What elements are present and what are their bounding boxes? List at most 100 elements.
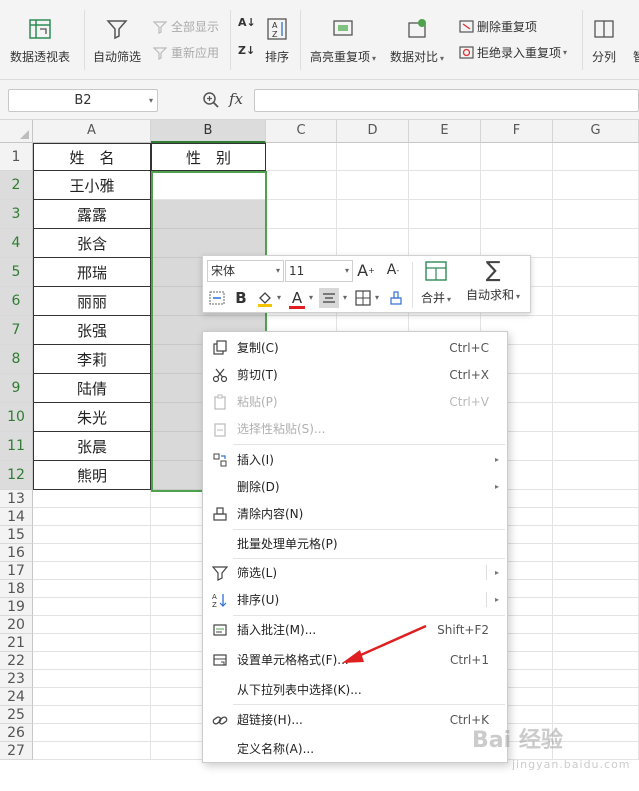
remove-duplicates-button[interactable]: 删除重复项 [458,18,537,35]
menu-item-filter[interactable]: 筛选(L) ▸ [203,559,507,586]
wrap-text-button[interactable] [207,288,227,308]
row-header-13[interactable]: 13 [0,490,33,508]
cell-a10[interactable]: 朱光 [33,403,151,432]
bold-button[interactable]: B [231,288,251,308]
cell-g19[interactable] [553,598,639,616]
row-header-4[interactable]: 4 [0,229,33,258]
cell-b4[interactable] [151,229,266,258]
cell-g10[interactable] [553,403,639,432]
chevron-down-icon[interactable]: ▾ [345,261,349,281]
cell-a9[interactable]: 陆倩 [33,374,151,403]
row-header-5[interactable]: 5 [0,258,33,287]
cell-a23[interactable] [33,670,151,688]
cell-g11[interactable] [553,432,639,461]
cell-g9[interactable] [553,374,639,403]
cell-a17[interactable] [33,562,151,580]
cell-d3[interactable] [337,200,409,229]
cell-a2[interactable]: 王小雅 [33,171,151,200]
highlight-duplicates-button[interactable]: 高亮重复项 ▾ [310,16,376,65]
chevron-down-icon[interactable]: ▾ [276,261,280,281]
merge-button[interactable]: 合并 ▾ [421,260,451,306]
cell-b2[interactable] [151,171,266,200]
row-header-6[interactable]: 6 [0,287,33,316]
cell-c1[interactable] [266,143,337,171]
show-all-button[interactable]: 全部显示 [152,18,219,35]
cell-a11[interactable]: 张晨 [33,432,151,461]
reapply-button[interactable]: 重新应用 [152,44,219,61]
name-box[interactable]: B2 ▾ [8,89,158,112]
row-header-17[interactable]: 17 [0,562,33,580]
cell-d1[interactable] [337,143,409,171]
cell-g12[interactable] [553,461,639,490]
cell-g16[interactable] [553,544,639,562]
sort-descending-icon[interactable]: Z↓ [238,44,255,57]
row-header-3[interactable]: 3 [0,200,33,229]
cell-f2[interactable] [481,171,553,200]
chevron-down-icon[interactable]: ▾ [149,90,153,111]
data-compare-button[interactable]: 数据对比 ▾ [390,16,444,65]
row-header-25[interactable]: 25 [0,706,33,724]
cell-a18[interactable] [33,580,151,598]
cell-a6[interactable]: 丽丽 [33,287,151,316]
cell-e2[interactable] [409,171,481,200]
cell-g20[interactable] [553,616,639,634]
row-header-27[interactable]: 27 [0,742,33,760]
cell-a25[interactable] [33,706,151,724]
cell-a20[interactable] [33,616,151,634]
cell-g14[interactable] [553,508,639,526]
menu-item-hyperlink[interactable]: 超链接(H)... Ctrl+K [203,706,507,733]
grow-font-button[interactable]: A + [356,260,376,280]
cell-g13[interactable] [553,490,639,508]
cell-a12[interactable]: 熊明 [33,461,151,490]
row-header-8[interactable]: 8 [0,345,33,374]
row-header-9[interactable]: 9 [0,374,33,403]
cell-c4[interactable] [266,229,337,258]
font-color-button[interactable]: A [287,288,307,309]
cell-e4[interactable] [409,229,481,258]
cell-c2[interactable] [266,171,337,200]
row-header-18[interactable]: 18 [0,580,33,598]
cell-b3[interactable] [151,200,266,229]
cell-b1[interactable]: 性 别 [151,143,266,171]
cell-g2[interactable] [553,171,639,200]
cell-f1[interactable] [481,143,553,171]
menu-item-pick-list[interactable]: 从下拉列表中选择(K)... [203,676,507,703]
cell-g4[interactable] [553,229,639,258]
cell-a3[interactable]: 露露 [33,200,151,229]
cell-g17[interactable] [553,562,639,580]
cell-g21[interactable] [553,634,639,652]
cell-e3[interactable] [409,200,481,229]
menu-item-batch[interactable]: 批量处理单元格(P) [203,530,507,557]
autosum-button[interactable]: ∑ 自动求和 ▾ [466,260,520,303]
row-header-11[interactable]: 11 [0,432,33,461]
borders-button[interactable] [353,288,373,308]
column-header-g[interactable]: G [553,120,639,143]
format-painter-button[interactable] [386,288,406,308]
cell-g5[interactable] [553,258,639,287]
row-header-26[interactable]: 26 [0,724,33,742]
menu-item-insert[interactable]: 插入(I) ▸ [203,446,507,473]
row-header-23[interactable]: 23 [0,670,33,688]
menu-item-copy[interactable]: 复制(C) Ctrl+C [203,334,507,361]
cell-g7[interactable] [553,316,639,345]
cell-f4[interactable] [481,229,553,258]
cell-a19[interactable] [33,598,151,616]
row-header-16[interactable]: 16 [0,544,33,562]
menu-item-cut[interactable]: 剪切(T) Ctrl+X [203,361,507,388]
sort-ascending-icon[interactable]: A↓ [238,16,256,29]
menu-item-sort[interactable]: AZ 排序(U) ▸ [203,586,507,613]
menu-item-paste[interactable]: 粘贴(P) Ctrl+V [203,388,507,415]
reject-duplicates-button[interactable]: 拒绝录入重复项 ▾ [458,44,567,61]
autofilter-button[interactable]: 自动筛选 [93,16,141,65]
row-header-24[interactable]: 24 [0,688,33,706]
row-header-1[interactable]: 1 [0,143,33,171]
cell-d4[interactable] [337,229,409,258]
cell-g8[interactable] [553,345,639,374]
row-header-15[interactable]: 15 [0,526,33,544]
fx-icon[interactable]: fx [229,90,243,108]
cell-c3[interactable] [266,200,337,229]
row-header-19[interactable]: 19 [0,598,33,616]
row-header-12[interactable]: 12 [0,461,33,490]
cell-g15[interactable] [553,526,639,544]
font-size-select[interactable]: 11 ▾ [285,260,353,282]
